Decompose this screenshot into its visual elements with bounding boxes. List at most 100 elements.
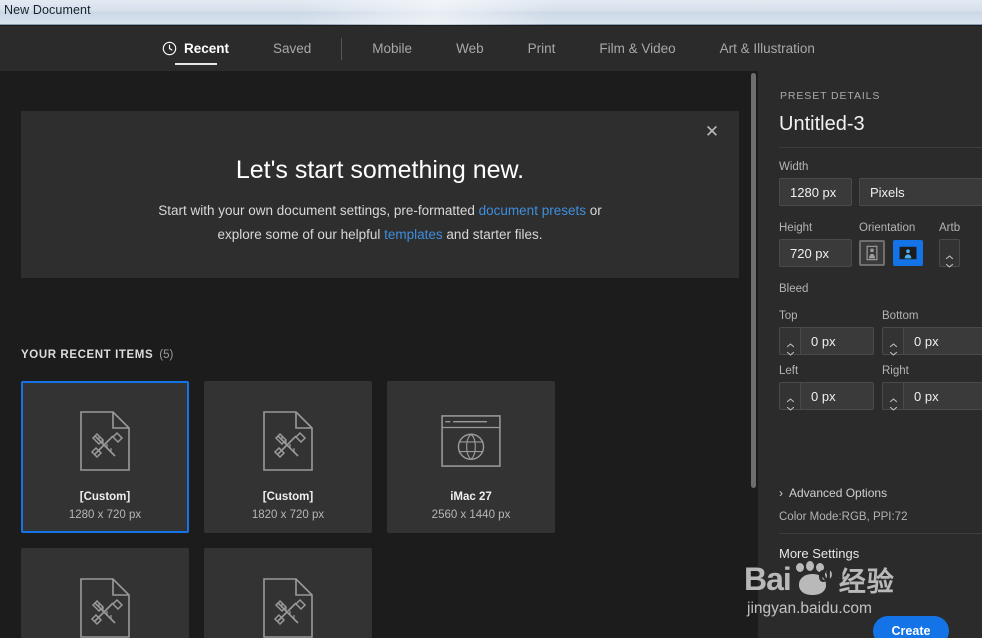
bleed-top-stepper[interactable] bbox=[779, 327, 800, 356]
document-presets-link[interactable]: document presets bbox=[479, 203, 586, 218]
advanced-options-label: Advanced Options bbox=[789, 486, 888, 500]
tab-label: Print bbox=[527, 41, 556, 56]
bleed-right-stepper[interactable] bbox=[882, 382, 903, 411]
recent-item-name: [Custom] bbox=[262, 491, 314, 503]
banner-subtitle: Start with your own document settings, p… bbox=[21, 199, 739, 247]
browser-globe-icon bbox=[389, 405, 553, 477]
bleed-right-field[interactable]: 0 px bbox=[882, 382, 982, 411]
tab-web[interactable]: Web bbox=[434, 26, 506, 71]
new-document-dialog: Recent Saved Mobile Web Print Film & Vid… bbox=[0, 26, 982, 638]
templates-pane: ✕ Let's start something new. Start with … bbox=[0, 71, 750, 638]
chevron-down-icon bbox=[786, 343, 795, 356]
recent-item-name: [Custom] bbox=[79, 491, 131, 503]
document-pencil-ruler-icon bbox=[23, 572, 187, 638]
preset-details-panel: PRESET DETAILS Untitled-3 Width 1280 px … bbox=[758, 71, 982, 638]
banner-text-2: or bbox=[585, 203, 602, 218]
recent-items-label: YOUR RECENT ITEMS bbox=[21, 349, 154, 361]
bleed-bottom-label: Bottom bbox=[882, 310, 919, 322]
tab-label: Mobile bbox=[372, 41, 413, 56]
bleed-top-field[interactable]: 0 px bbox=[779, 327, 874, 356]
start-banner: ✕ Let's start something new. Start with … bbox=[21, 111, 739, 278]
height-label: Height bbox=[779, 222, 813, 234]
chevron-down-icon bbox=[786, 398, 795, 411]
banner-text-1: Start with your own document settings, p… bbox=[158, 203, 479, 218]
tab-recent[interactable]: Recent bbox=[140, 26, 251, 71]
width-label: Width bbox=[779, 161, 809, 173]
clock-icon bbox=[162, 41, 177, 56]
scrollbar-thumb[interactable] bbox=[751, 73, 756, 488]
recent-items-grid: [Custom] 1280 x 720 px [Custom] 1820 x 7… bbox=[21, 381, 733, 638]
window-title-bar: New Document bbox=[0, 0, 982, 25]
recent-item-name: iMac 27 bbox=[450, 491, 492, 503]
recent-items-heading: YOUR RECENT ITEMS (5) bbox=[21, 349, 173, 361]
bleed-label: Bleed bbox=[779, 283, 809, 295]
units-select[interactable]: Pixels bbox=[859, 178, 982, 206]
divider bbox=[779, 147, 982, 148]
recent-item-card[interactable]: [Custom] 1280 x 720 px bbox=[21, 381, 189, 533]
height-input[interactable]: 720 px bbox=[779, 239, 852, 267]
recent-item-dimensions: 1820 x 720 px bbox=[251, 509, 325, 521]
bleed-right-input[interactable]: 0 px bbox=[903, 382, 982, 410]
document-pencil-ruler-icon bbox=[206, 405, 370, 477]
templates-scrollbar[interactable] bbox=[748, 71, 758, 638]
tab-saved[interactable]: Saved bbox=[251, 26, 333, 71]
document-name-field[interactable]: Untitled-3 bbox=[779, 113, 865, 136]
document-category-tabs: Recent Saved Mobile Web Print Film & Vid… bbox=[0, 26, 982, 71]
tab-list: Recent Saved Mobile Web Print Film & Vid… bbox=[140, 26, 837, 71]
more-settings-button[interactable]: More Settings bbox=[779, 546, 859, 561]
banner-title: Let's start something new. bbox=[235, 156, 525, 184]
recent-item-card[interactable]: [Custom] 1820 x 720 px bbox=[204, 381, 372, 533]
bleed-left-input[interactable]: 0 px bbox=[800, 382, 874, 410]
chevron-up-icon bbox=[889, 390, 898, 402]
bleed-top-input[interactable]: 0 px bbox=[800, 327, 874, 355]
preset-details-heading: PRESET DETAILS bbox=[780, 90, 881, 102]
recent-item-dimensions: 1280 x 720 px bbox=[68, 509, 142, 521]
tab-active-underline bbox=[174, 63, 217, 65]
tab-print[interactable]: Print bbox=[506, 26, 578, 71]
artboards-stepper[interactable] bbox=[939, 239, 960, 268]
chevron-up-icon bbox=[889, 335, 898, 347]
chevron-down-icon bbox=[889, 343, 898, 356]
width-input[interactable]: 1280 px bbox=[779, 178, 852, 206]
bleed-bottom-stepper[interactable] bbox=[882, 327, 903, 356]
tab-film-and-video[interactable]: Film & Video bbox=[577, 26, 697, 71]
bleed-bottom-field[interactable]: 0 px bbox=[882, 327, 982, 356]
chevron-down-icon bbox=[945, 255, 954, 268]
tab-label: Art & Illustration bbox=[719, 41, 815, 56]
tab-separator bbox=[341, 37, 343, 60]
chevron-down-icon bbox=[889, 398, 898, 411]
color-mode-summary: Color Mode:RGB, PPI:72 bbox=[779, 511, 908, 523]
landscape-icon[interactable] bbox=[893, 240, 923, 266]
recent-item-dimensions: 2560 x 1440 px bbox=[431, 509, 511, 521]
create-button[interactable]: Create bbox=[873, 616, 949, 638]
tab-mobile[interactable]: Mobile bbox=[350, 26, 434, 71]
bleed-bottom-input[interactable]: 0 px bbox=[903, 327, 982, 355]
tab-label: Film & Video bbox=[599, 41, 676, 56]
artboards-label: Artb bbox=[939, 222, 961, 234]
recent-items-count: (5) bbox=[159, 349, 174, 361]
divider bbox=[779, 533, 982, 534]
banner-text-3: explore some of our helpful bbox=[217, 227, 385, 242]
tab-art-and-illustration[interactable]: Art & Illustration bbox=[698, 26, 837, 71]
bleed-left-stepper[interactable] bbox=[779, 382, 800, 411]
document-pencil-ruler-icon bbox=[206, 572, 370, 638]
close-icon[interactable]: ✕ bbox=[701, 121, 723, 143]
recent-item-card[interactable]: iMac 27 2560 x 1440 px bbox=[387, 381, 555, 533]
banner-subtitle-line2: explore some of our helpful templates an… bbox=[21, 223, 739, 247]
banner-subtitle-line1: Start with your own document settings, p… bbox=[21, 199, 739, 223]
orientation-label: Orientation bbox=[859, 222, 916, 234]
tab-label: Recent bbox=[184, 41, 230, 56]
portrait-icon[interactable] bbox=[859, 240, 885, 266]
bleed-top-label: Top bbox=[779, 310, 798, 322]
recent-item-card[interactable] bbox=[204, 548, 372, 638]
tab-label: Web bbox=[456, 41, 484, 56]
document-pencil-ruler-icon bbox=[23, 405, 187, 477]
bleed-right-label: Right bbox=[882, 365, 909, 377]
bleed-left-label: Left bbox=[779, 365, 799, 377]
chevron-up-icon bbox=[945, 247, 954, 259]
recent-item-card[interactable]: [Custom] 300 x 300 px bbox=[21, 548, 189, 638]
banner-text-4: and starter files. bbox=[442, 227, 543, 242]
templates-link[interactable]: templates bbox=[384, 227, 443, 242]
advanced-options-toggle[interactable]: › Advanced Options bbox=[779, 486, 887, 500]
bleed-left-field[interactable]: 0 px bbox=[779, 382, 874, 411]
